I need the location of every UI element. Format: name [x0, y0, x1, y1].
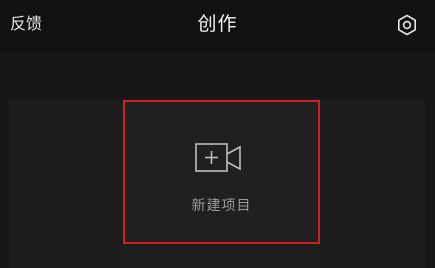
strip-left-panel: [9, 99, 122, 268]
header-bar: 反馈 创作: [0, 0, 435, 52]
content-area: 新建项目: [0, 52, 435, 268]
new-project-button[interactable]: 新建项目: [123, 100, 320, 244]
video-add-icon: [195, 143, 241, 172]
strip-right-panel: [320, 99, 425, 268]
settings-button[interactable]: [394, 12, 420, 38]
page-title: 创作: [197, 13, 238, 35]
new-project-label: 新建项目: [191, 198, 252, 214]
app-window: 反馈 创作 新建项目: [0, 0, 435, 268]
gear-icon: [398, 14, 417, 36]
